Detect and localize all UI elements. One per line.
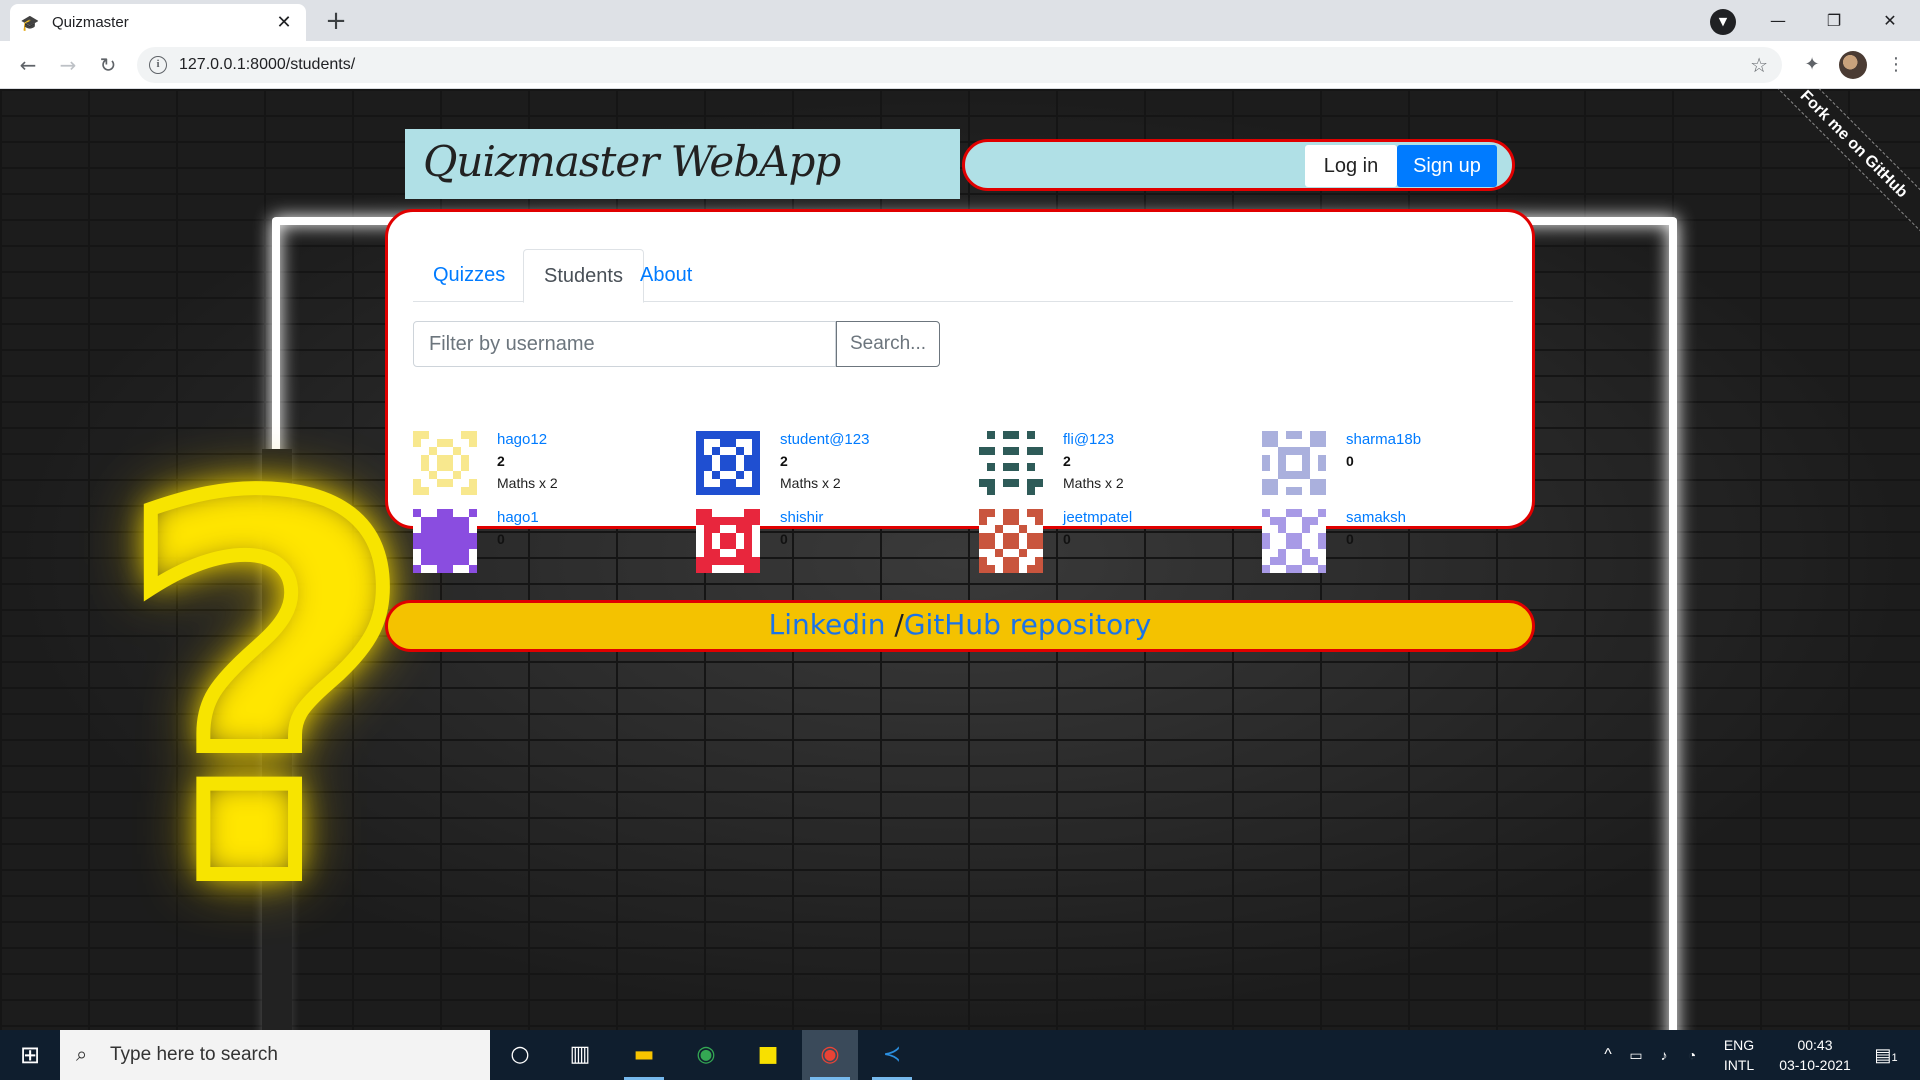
student-username-link[interactable]: shishir	[780, 509, 823, 526]
taskbar-search-box[interactable]: ⌕ Type here to search	[60, 1030, 490, 1080]
new-tab-button[interactable]: +	[320, 6, 352, 38]
student-score: 0	[1063, 531, 1071, 547]
identicon-avatar	[1262, 509, 1326, 573]
file-explorer-icon[interactable]: ▬	[616, 1030, 672, 1080]
vscode-icon[interactable]: ≺	[864, 1030, 920, 1080]
task-view-icon[interactable]: ▥	[552, 1030, 608, 1080]
profile-avatar[interactable]	[1839, 51, 1867, 79]
search-icon: ⌕	[76, 1044, 88, 1066]
footer-links: Linkedin /GitHub repository	[385, 600, 1535, 652]
windows-taskbar: ⊞ ⌕ Type here to search ○ ▥ ▬ ◉ ■ ◉ ≺ ^ …	[0, 1030, 1920, 1080]
login-button[interactable]: Log in	[1305, 145, 1397, 187]
browser-toolbar: ← → ↻ i 127.0.0.1:8000/students/ ☆ ✦ ⋮	[0, 41, 1920, 89]
linkedin-link[interactable]: Linkedin	[769, 608, 886, 641]
username-filter-input[interactable]: Filter by username	[413, 321, 836, 367]
signup-button[interactable]: Sign up	[1397, 145, 1497, 187]
student-score: 0	[1346, 531, 1354, 547]
tab-search-icon[interactable]: ▼	[1710, 9, 1736, 35]
menu-kebab-icon[interactable]: ⋮	[1882, 51, 1910, 79]
student-item: shishir 0	[696, 509, 976, 579]
student-score: 0	[780, 531, 788, 547]
student-item: sharma18b 0	[1262, 431, 1542, 501]
student-item: student@123 2 Maths x 2	[696, 431, 976, 501]
identicon-avatar	[979, 431, 1043, 495]
student-item: hago1 0	[413, 509, 693, 579]
chrome-icon[interactable]: ◉	[678, 1030, 734, 1080]
maximize-button[interactable]: ❐	[1806, 0, 1862, 41]
sticky-notes-icon[interactable]: ■	[740, 1030, 796, 1080]
tab-about[interactable]: About	[620, 249, 712, 302]
identicon-avatar	[696, 509, 760, 573]
student-item: hago12 2 Maths x 2	[413, 431, 693, 501]
chrome-active-window-icon[interactable]: ◉	[802, 1030, 858, 1080]
students-card: Quizzes Students About Filter by usernam…	[385, 209, 1535, 573]
student-username-link[interactable]: hago1	[497, 509, 539, 526]
identicon-pattern	[413, 509, 477, 573]
student-score: 2	[780, 453, 788, 469]
forward-arrow-icon[interactable]: →	[52, 49, 84, 81]
fork-on-github-ribbon[interactable]: Fork me on GitHub	[1751, 89, 1920, 247]
address-bar[interactable]: i 127.0.0.1:8000/students/ ☆	[137, 47, 1782, 83]
browser-tab-bar: 🎓 Quizmaster ✕ + ▼ — ❐ ✕	[0, 0, 1920, 41]
auth-bar: Log in Sign up	[962, 139, 1515, 191]
neon-question-mark-icon: ?	[108, 391, 424, 997]
student-username-link[interactable]: sharma18b	[1346, 431, 1421, 448]
keyboard-layout: INTL	[1723, 1057, 1755, 1073]
wifi-icon[interactable]: ◔	[1680, 1030, 1704, 1080]
tray-chevron-icon[interactable]: ^	[1596, 1030, 1620, 1080]
extensions-puzzle-icon[interactable]: ✦	[1798, 51, 1826, 79]
minimize-button[interactable]: —	[1750, 0, 1806, 41]
github-repository-link[interactable]: GitHub repository	[904, 608, 1152, 641]
back-arrow-icon[interactable]: ←	[12, 49, 44, 81]
student-subjects: Maths x 2	[1063, 475, 1124, 491]
bookmark-star-icon[interactable]: ☆	[1750, 53, 1768, 78]
url-text: 127.0.0.1:8000/students/	[179, 56, 356, 73]
clock-time: 00:43	[1797, 1037, 1833, 1053]
student-item: jeetmpatel 0	[979, 509, 1259, 579]
site-brand[interactable]: Quizmaster WebApp	[405, 129, 960, 199]
student-item: fli@123 2 Maths x 2	[979, 431, 1259, 501]
windows-start-icon[interactable]: ⊞	[0, 1030, 60, 1080]
graduation-cap-icon: 🎓	[20, 14, 40, 32]
identicon-avatar	[1262, 431, 1326, 495]
battery-icon[interactable]: ▭	[1624, 1030, 1648, 1080]
tab-title: Quizmaster	[52, 14, 129, 31]
clock-date: 03-10-2021	[1779, 1057, 1851, 1073]
close-window-button[interactable]: ✕	[1862, 0, 1918, 41]
close-tab-icon[interactable]: ✕	[272, 12, 296, 33]
browser-tab[interactable]: 🎓 Quizmaster ✕	[10, 4, 306, 41]
notification-center-icon[interactable]: ▤1	[1866, 1030, 1906, 1080]
identicon-avatar	[979, 509, 1043, 573]
taskbar-search-placeholder: Type here to search	[110, 1044, 278, 1065]
student-username-link[interactable]: fli@123	[1063, 431, 1114, 448]
student-score: 0	[1346, 453, 1354, 469]
footer-separator: /	[885, 608, 904, 641]
student-score: 2	[497, 453, 505, 469]
cortana-icon[interactable]: ○	[492, 1030, 548, 1080]
nav-tabs: Quizzes Students About	[413, 249, 1513, 303]
student-score: 2	[1063, 453, 1071, 469]
student-subjects: Maths x 2	[497, 475, 558, 491]
search-button[interactable]: Search...	[836, 321, 940, 367]
student-username-link[interactable]: hago12	[497, 431, 547, 448]
reload-icon[interactable]: ↻	[92, 49, 124, 81]
language-code: ENG	[1723, 1037, 1755, 1053]
notification-count: 1	[1891, 1052, 1898, 1064]
page-background: ? Fork me on GitHub Quizmaster WebApp Lo…	[0, 89, 1920, 1030]
student-item: samaksh 0	[1262, 509, 1542, 579]
student-username-link[interactable]: student@123	[780, 431, 869, 448]
student-username-link[interactable]: samaksh	[1346, 509, 1406, 526]
student-score: 0	[497, 531, 505, 547]
student-username-link[interactable]: jeetmpatel	[1063, 509, 1132, 526]
language-indicator[interactable]: ENG INTL	[1712, 1030, 1766, 1080]
volume-icon[interactable]: ♪	[1652, 1030, 1676, 1080]
identicon-pattern	[696, 509, 760, 573]
info-icon[interactable]: i	[149, 56, 167, 74]
student-subjects: Maths x 2	[780, 475, 841, 491]
identicon-avatar	[413, 509, 477, 573]
identicon-avatar	[696, 431, 760, 495]
identicon-avatar	[413, 431, 477, 495]
tab-quizzes[interactable]: Quizzes	[413, 249, 525, 302]
clock[interactable]: 00:43 03-10-2021	[1770, 1030, 1860, 1080]
